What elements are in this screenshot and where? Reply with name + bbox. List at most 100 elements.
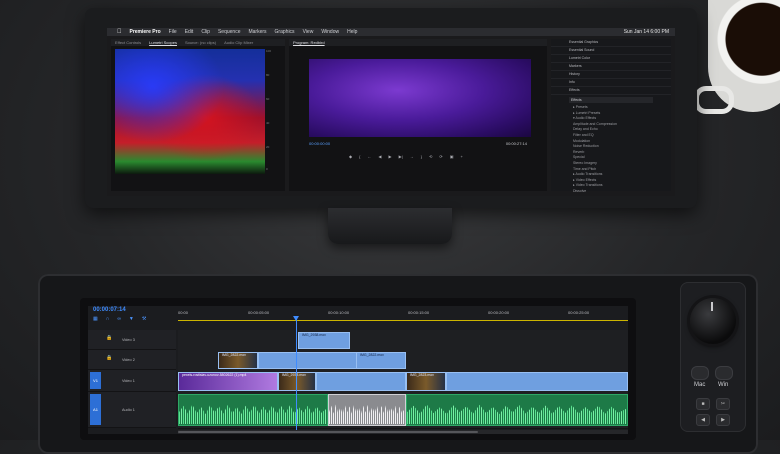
tree-item[interactable]: Dissolve: [573, 189, 671, 195]
lock-icon[interactable]: 🔒: [106, 355, 112, 361]
menu-file[interactable]: File: [169, 29, 177, 35]
lift-button[interactable]: ⟲: [429, 154, 432, 159]
ruler-label: 00:00:10:00: [328, 310, 350, 315]
tab-program[interactable]: Program: Redbird: [293, 40, 325, 45]
panel-history[interactable]: History: [551, 71, 671, 79]
menu-clip[interactable]: Clip: [201, 29, 210, 35]
tab-lumetri-scopes[interactable]: Lumetri Scopes: [149, 40, 177, 45]
lane-v3[interactable]: [178, 330, 628, 351]
menu-graphics[interactable]: Graphics: [275, 29, 295, 35]
scope-tick: 40: [266, 121, 270, 125]
snap-icon[interactable]: ∩: [106, 316, 110, 322]
effects-search-input[interactable]: Effects: [569, 97, 653, 103]
video-clip[interactable]: [446, 372, 628, 391]
tab-effect-controls[interactable]: Effect Controls: [115, 40, 141, 45]
linked-selection-icon[interactable]: ∞: [117, 316, 121, 322]
panel-essential-graphics[interactable]: Essential Graphics: [551, 39, 671, 47]
ruler-label: 00:00:05:00: [248, 310, 270, 315]
video-clip[interactable]: [258, 352, 358, 369]
panel-lumetri-color[interactable]: Lumetri Color: [551, 55, 671, 63]
scope-tick: 80: [266, 73, 270, 77]
track-target-a1[interactable]: A1: [90, 394, 101, 425]
playhead-handle[interactable]: [293, 316, 299, 321]
track-name-a1: Audio 1: [122, 407, 135, 412]
menu-app-name[interactable]: Premiere Pro: [130, 29, 161, 35]
menu-clock: Sun Jan 14 6:00 PM: [623, 29, 669, 35]
play-button[interactable]: ▶: [389, 154, 392, 159]
clip-label: IMG_2822.mov: [360, 353, 384, 357]
mark-in-button[interactable]: {: [359, 154, 360, 159]
mark-out-button[interactable]: }: [421, 154, 422, 159]
desktop-monitor:  Premiere Pro File Edit Clip Sequence M…: [85, 8, 697, 208]
menu-markers[interactable]: Markers: [248, 29, 266, 35]
video-clip[interactable]: IMG_2822.mov: [218, 352, 258, 369]
panel-essential-sound[interactable]: Essential Sound: [551, 47, 671, 55]
panel-markers[interactable]: Markers: [551, 63, 671, 71]
time-ruler[interactable]: 00:00 00:00:05:00 00:00:10:00 00:00:15:0…: [178, 310, 628, 320]
wrench-icon[interactable]: ⚒: [142, 316, 146, 322]
program-monitor: Program: Redbird 00:00:00:00 00:00:27:14…: [289, 39, 547, 191]
mac-mode-button[interactable]: [691, 366, 709, 380]
track-header-v3[interactable]: 🔒 Video 3: [88, 330, 176, 350]
video-clip[interactable]: IMG_2938.mov: [278, 372, 316, 391]
coffee-cup-handle: [694, 86, 734, 114]
program-video-frame[interactable]: [309, 59, 531, 137]
track-header-a1[interactable]: A1 Audio 1: [88, 392, 176, 428]
track-header-v2[interactable]: 🔒 Video 2: [88, 350, 176, 370]
audio-clip[interactable]: [406, 394, 628, 426]
rewind-button[interactable]: ◀: [696, 414, 710, 426]
step-forward-button[interactable]: ▶|: [399, 154, 403, 159]
rgb-waveform-scope: [115, 49, 265, 174]
track-header-v1[interactable]: V1 Video 1: [88, 370, 176, 392]
scope-tick: 100: [266, 49, 272, 53]
menu-help[interactable]: Help: [347, 29, 357, 35]
menu-view[interactable]: View: [303, 29, 314, 35]
lock-icon[interactable]: 🔒: [106, 335, 112, 341]
menu-sequence[interactable]: Sequence: [218, 29, 241, 35]
tab-source[interactable]: Source: (no clips): [185, 40, 216, 45]
audio-waveform: [179, 404, 327, 424]
win-label: Win: [718, 382, 729, 388]
go-to-in-button[interactable]: ←: [367, 154, 371, 159]
panel-effects[interactable]: Effects: [551, 87, 671, 95]
audio-clip[interactable]: [178, 394, 328, 426]
monitor-stand: [328, 208, 452, 244]
extract-button[interactable]: ⟳: [439, 154, 442, 159]
audio-clip-selected[interactable]: [328, 394, 406, 426]
clip-label: IMG_2823.mov: [410, 373, 434, 377]
forward-button[interactable]: ▶: [716, 414, 730, 426]
scroll-thumb[interactable]: [178, 431, 478, 433]
win-mode-button[interactable]: [715, 366, 733, 380]
menu-window[interactable]: Window: [321, 29, 339, 35]
timeline-scrollbar[interactable]: [178, 430, 628, 434]
apple-icon[interactable]: : [117, 29, 122, 35]
panel-info[interactable]: Info: [551, 79, 671, 87]
work-area-bar[interactable]: [178, 320, 628, 321]
effects-panel: Essential Graphics Essential Sound Lumet…: [551, 39, 671, 193]
video-clip[interactable]: IMG_2823.mov: [406, 372, 446, 391]
nest-icon[interactable]: ▦: [93, 316, 98, 322]
menu-bar:  Premiere Pro File Edit Clip Sequence M…: [107, 28, 675, 36]
jog-wheel[interactable]: [690, 298, 736, 344]
add-marker-button[interactable]: ◆: [349, 154, 352, 159]
scissors-button[interactable]: ✂: [716, 398, 730, 410]
tab-audio-clip-mixer[interactable]: Audio Clip Mixer: [224, 40, 253, 45]
track-name-v2: Video 2: [122, 357, 135, 362]
program-timecode[interactable]: 00:00:00:00: [309, 141, 330, 146]
timeline-timecode[interactable]: 00:00:07:14: [93, 307, 126, 313]
export-frame-button[interactable]: ▣: [450, 154, 454, 159]
video-clip[interactable]: IMG_2822.mov: [356, 352, 406, 369]
video-clip[interactable]: pexels-rostislav-uzunov-5802622 (1).mp4: [178, 372, 278, 391]
go-to-out-button[interactable]: →: [410, 154, 414, 159]
step-back-button[interactable]: ◀: [378, 154, 381, 159]
video-clip[interactable]: IMG_2938.mov: [298, 332, 350, 349]
camera-button[interactable]: ■: [696, 398, 710, 410]
playhead[interactable]: [296, 316, 297, 434]
track-target-v1[interactable]: V1: [90, 372, 101, 389]
jog-wheel-marker: [711, 302, 713, 311]
add-marker-icon[interactable]: ▼: [129, 316, 134, 322]
menu-edit[interactable]: Edit: [185, 29, 194, 35]
button-editor-button[interactable]: +: [461, 154, 463, 159]
audio-waveform: [329, 404, 405, 424]
video-clip[interactable]: [316, 372, 406, 391]
